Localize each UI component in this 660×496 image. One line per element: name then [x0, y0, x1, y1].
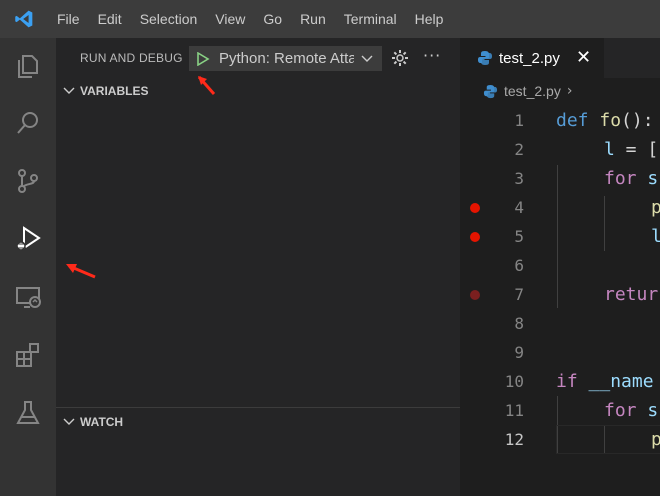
menu-file[interactable]: File: [48, 0, 89, 38]
menu-run[interactable]: Run: [291, 0, 335, 38]
line-number: 8: [514, 314, 524, 333]
chevron-down-icon: [63, 418, 75, 425]
code-text: p: [651, 197, 660, 218]
start-debugging-icon[interactable]: [196, 51, 210, 66]
code-line[interactable]: 3 for s: [460, 164, 660, 193]
code-line[interactable]: 2 l = [: [460, 135, 660, 164]
breadcrumb-file[interactable]: test_2.py: [504, 83, 561, 99]
testing-icon[interactable]: [0, 385, 56, 441]
line-number: 12: [504, 430, 524, 449]
code-text: for s: [604, 168, 659, 189]
line-number: 11: [504, 401, 524, 420]
gear-icon[interactable]: [390, 48, 410, 68]
menu-bar: File Edit Selection View Go Run Terminal…: [0, 0, 660, 38]
code-text: retur: [604, 284, 659, 305]
line-number: 3: [514, 169, 524, 188]
menu-terminal[interactable]: Terminal: [335, 0, 406, 38]
code-line[interactable]: 8: [460, 309, 660, 338]
editor-tab-bar: test_2.py ✕: [460, 38, 660, 78]
source-control-icon[interactable]: [0, 153, 56, 209]
code-text: if __name: [556, 371, 654, 392]
code-text: def fo():: [556, 110, 654, 131]
editor-tab[interactable]: test_2.py ✕: [460, 38, 604, 78]
menu-go[interactable]: Go: [254, 0, 291, 38]
launch-configuration-select[interactable]: Python: Remote Attach: [189, 46, 382, 71]
code-text: for s: [604, 400, 659, 421]
line-number: 6: [514, 256, 524, 275]
menu-help[interactable]: Help: [406, 0, 453, 38]
code-line[interactable]: 10 if __name: [460, 367, 660, 396]
python-file-icon: [478, 51, 492, 65]
menu-view[interactable]: View: [206, 0, 254, 38]
line-number: 2: [514, 140, 524, 159]
code-line[interactable]: 6: [460, 251, 660, 280]
code-line[interactable]: 12 p: [460, 425, 660, 454]
variables-section-header[interactable]: VARIABLES: [56, 80, 460, 102]
vscode-logo-icon: [0, 0, 48, 38]
files-icon[interactable]: [0, 38, 56, 94]
code-line[interactable]: 5 l: [460, 222, 660, 251]
annotation-arrow-icon: [66, 264, 96, 279]
code-line[interactable]: 11 for s: [460, 396, 660, 425]
watch-section-title: WATCH: [80, 415, 124, 429]
activity-bar: [0, 38, 56, 496]
chevron-down-icon: [361, 55, 373, 62]
extensions-icon[interactable]: [0, 327, 56, 383]
code-line[interactable]: 4 p: [460, 193, 660, 222]
line-number: 4: [514, 198, 524, 217]
tab-label: test_2.py: [499, 49, 560, 67]
close-icon[interactable]: ✕: [576, 47, 591, 68]
line-number: 7: [514, 285, 524, 304]
line-number: 9: [514, 343, 524, 362]
line-number: 1: [514, 111, 524, 130]
annotation-arrow-icon: [197, 76, 216, 95]
search-icon[interactable]: [0, 95, 56, 151]
menu-selection[interactable]: Selection: [131, 0, 207, 38]
remote-explorer-icon[interactable]: [0, 269, 56, 325]
current-line-highlight: [556, 425, 660, 454]
launch-configuration-name: Python: Remote Attach: [219, 50, 354, 67]
code-text: l = [: [604, 139, 659, 160]
code-line[interactable]: 7 retur: [460, 280, 660, 309]
code-line[interactable]: 9: [460, 338, 660, 367]
variables-section-title: VARIABLES: [80, 84, 149, 98]
watch-section-header[interactable]: WATCH: [56, 411, 460, 433]
run-debug-sidebar: RUN AND DEBUG Python: Remote Attach ··· …: [56, 38, 460, 496]
chevron-right-icon: ›: [566, 83, 573, 99]
editor-area: test_2.py ✕ test_2.py › 1 def fo(): 2 l …: [460, 38, 660, 496]
line-number: 10: [504, 372, 524, 391]
breadcrumb: test_2.py ›: [460, 80, 572, 102]
code-text: p: [651, 429, 660, 450]
more-actions-icon[interactable]: ···: [423, 46, 441, 65]
section-divider: [56, 407, 460, 408]
code-text: l: [651, 226, 660, 247]
sidebar-title: RUN AND DEBUG: [80, 51, 183, 65]
run-debug-icon[interactable]: [0, 211, 56, 267]
chevron-down-icon: [63, 87, 75, 94]
line-number: 5: [514, 227, 524, 246]
menu-edit[interactable]: Edit: [89, 0, 131, 38]
python-file-icon: [483, 84, 498, 98]
code-line[interactable]: 1 def fo():: [460, 106, 660, 135]
